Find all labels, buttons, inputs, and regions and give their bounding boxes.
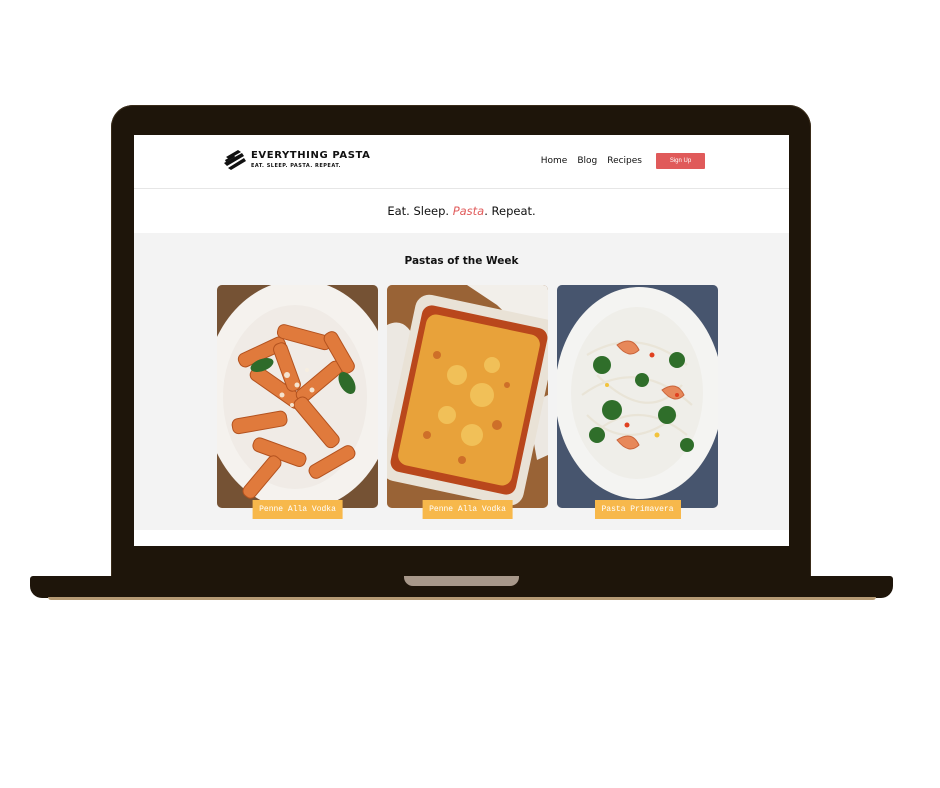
tagline-accent: Pasta: [452, 204, 485, 218]
laptop-screen: EVERYTHING PASTA EAT. SLEEP. PASTA. REPE…: [134, 135, 789, 546]
tagline-part1: Eat. Sleep.: [387, 204, 450, 218]
nav-recipes[interactable]: Recipes: [607, 156, 642, 166]
pasta-card[interactable]: Pasta Primavera: [557, 285, 718, 519]
laptop-notch: [404, 576, 519, 586]
nav-home[interactable]: Home: [541, 156, 568, 166]
pastas-of-week-section: Pastas of the Week Penne Alla Vodka Penn…: [134, 233, 789, 530]
logo-text: EVERYTHING PASTA EAT. SLEEP. PASTA. REPE…: [251, 150, 371, 171]
main-nav: Home Blog Recipes Sign Up: [541, 153, 705, 169]
brand-tagline: EAT. SLEEP. PASTA. REPEAT.: [251, 162, 341, 169]
brand-name: EVERYTHING PASTA: [251, 149, 371, 161]
pasta-card[interactable]: Penne Alla Vodka: [387, 285, 548, 519]
penne-pasta-image: [217, 285, 378, 508]
signup-button[interactable]: Sign Up: [656, 153, 705, 169]
pasta-card[interactable]: Penne Alla Vodka: [217, 285, 378, 519]
primavera-image: [557, 285, 718, 508]
card-label[interactable]: Penne Alla Vodka: [252, 500, 343, 519]
site-header: EVERYTHING PASTA EAT. SLEEP. PASTA. REPE…: [134, 135, 789, 189]
nav-blog[interactable]: Blog: [577, 156, 597, 166]
logo[interactable]: EVERYTHING PASTA EAT. SLEEP. PASTA. REPE…: [222, 147, 371, 173]
tagline: Eat. Sleep. Pasta. Repeat.: [134, 189, 789, 233]
card-list: Penne Alla Vodka Penne Alla Vodka Pasta …: [217, 285, 718, 519]
brush-logo-icon: [224, 150, 246, 170]
laptop-base-edge: [48, 597, 876, 600]
section-title: Pastas of the Week: [404, 255, 519, 267]
tagline-part2: . Repeat.: [484, 204, 536, 218]
card-label[interactable]: Pasta Primavera: [594, 500, 681, 519]
card-label[interactable]: Penne Alla Vodka: [422, 500, 513, 519]
baked-casserole-image: [387, 285, 548, 508]
